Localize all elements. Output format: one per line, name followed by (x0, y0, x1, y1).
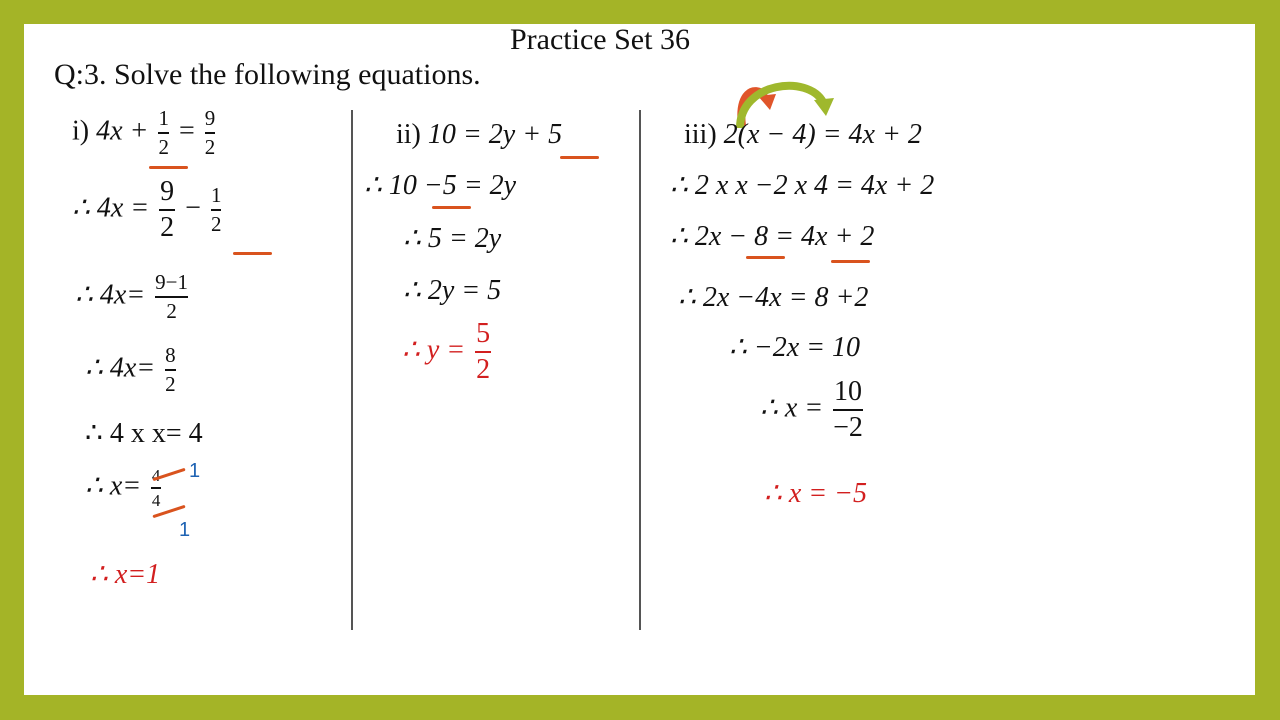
column-divider-1 (351, 110, 353, 630)
part2-answer: ∴ y = 52 (402, 318, 492, 385)
part1-step2: ∴ 4x = 92 − 12 (72, 176, 222, 243)
part3-step4: ∴ 2x −4x = 8 +2 (678, 282, 869, 313)
part3-step3: ∴ 2x − 8 = 4x + 2 (670, 221, 875, 252)
part1-step6: ∴ x= 44 (85, 466, 162, 510)
part1-step1: i) 4x + 12 = 92 (72, 106, 216, 159)
part3-label: iii) (684, 119, 717, 150)
fraction: 12 (210, 183, 222, 236)
highlight-underline (432, 206, 471, 209)
fraction: 92 (159, 176, 176, 243)
highlight-underline (746, 256, 785, 259)
fraction: 44 (151, 466, 162, 510)
part1-step3: ∴ 4x= 9−1 2 (75, 270, 188, 323)
cancel-note: 1 (189, 460, 201, 482)
part2-label: ii) (396, 119, 421, 150)
fraction: 12 (158, 106, 169, 159)
part2-step1: ii) 10 = 2y + 5 (396, 119, 563, 150)
part2-step3: ∴ 5 = 2y (403, 223, 502, 254)
green-arrow-head-icon (814, 98, 834, 116)
fraction: 10 −2 (833, 376, 863, 443)
cancel-note: 1 (179, 519, 191, 541)
part1-step5: ∴ 4 x x= 4 (85, 418, 203, 449)
column-divider-2 (639, 110, 641, 630)
part1-answer: ∴ x=1 (90, 559, 161, 590)
part3-step2: ∴ 2 x x −2 x 4 = 4x + 2 (670, 170, 935, 201)
part3-step1: iii) 2(x − 4) = 4x + 2 (684, 119, 922, 150)
highlight-underline (560, 156, 599, 159)
part2-step2: ∴ 10 −5 = 2y (364, 170, 517, 201)
fraction: 92 (204, 106, 216, 159)
part2-step4: ∴ 2y = 5 (403, 275, 502, 306)
fraction: 52 (475, 318, 492, 385)
fraction: 82 (165, 343, 176, 396)
highlight-underline (233, 252, 272, 255)
highlight-underline (149, 166, 188, 169)
part3-answer: ∴ x = −5 (764, 478, 868, 509)
highlight-underline (831, 260, 870, 263)
fraction: 9−1 2 (155, 270, 188, 323)
part1-step4: ∴ 4x= 82 (85, 343, 176, 396)
question-text: Q:3. Solve the following equations. (54, 58, 481, 91)
slide-title: Practice Set 36 (510, 23, 690, 56)
part3-step5: ∴ −2x = 10 (729, 332, 861, 363)
part1-label: i) (72, 115, 90, 147)
part3-step6: ∴ x = 10 −2 (760, 376, 863, 443)
